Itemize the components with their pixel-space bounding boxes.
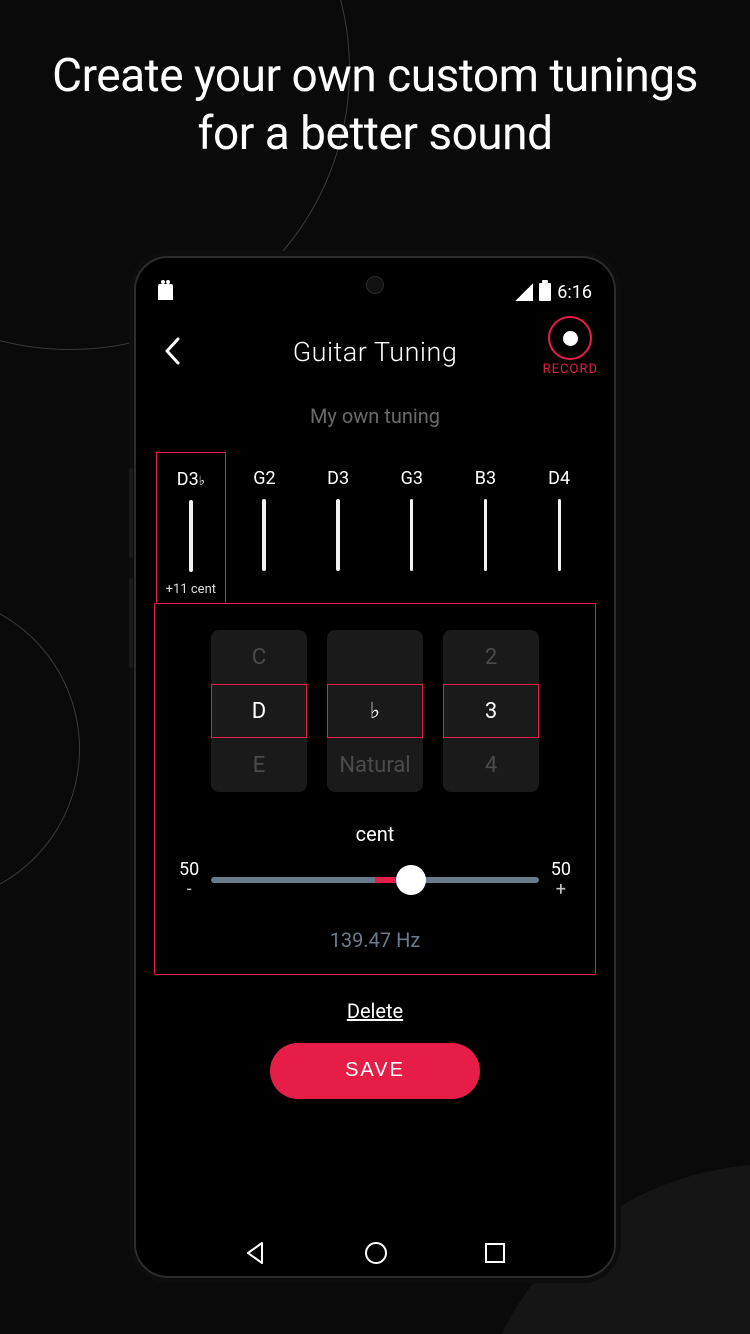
android-icon xyxy=(158,284,173,300)
record-label: RECORD xyxy=(543,362,598,377)
record-button[interactable]: RECORD xyxy=(543,316,598,377)
string-line-icon xyxy=(558,499,561,571)
note-picker[interactable]: C D E xyxy=(211,630,307,792)
string-note: B3 xyxy=(475,468,496,489)
string-note: D4 xyxy=(548,468,570,489)
picker-value: D xyxy=(211,684,307,738)
status-bar: 6:16 xyxy=(136,278,614,306)
string-1[interactable]: D3♭ +11 cent xyxy=(156,452,226,603)
string-line-icon xyxy=(336,499,340,571)
status-time: 6:16 xyxy=(557,282,592,303)
note-pickers: C D E ♭ Natural 2 3 4 xyxy=(175,630,575,792)
back-button[interactable] xyxy=(156,334,190,368)
phone-side-button xyxy=(129,578,133,668)
picker-prev: C xyxy=(211,630,307,684)
string-note: D3 xyxy=(327,468,349,489)
picker-prev: 2 xyxy=(443,630,539,684)
string-5[interactable]: B3 xyxy=(450,452,520,603)
picker-value: 3 xyxy=(443,684,539,738)
signal-icon xyxy=(515,283,533,301)
cent-section: cent 50- 50+ 139.47 Hz xyxy=(175,822,575,952)
app-screen: Guitar Tuning RECORD My own tuning D3♭+1… xyxy=(150,314,600,1226)
phone-frame: 6:16 Guitar Tuning RECORD My own tuning … xyxy=(134,256,616,1278)
picker-next: 4 xyxy=(443,738,539,792)
frequency-display: 139.47 Hz xyxy=(175,928,575,952)
bg-decoration xyxy=(0,594,80,904)
string-editor: C D E ♭ Natural 2 3 4 cent xyxy=(154,603,596,975)
string-line-icon xyxy=(410,499,413,571)
cent-label: cent xyxy=(175,822,575,846)
record-icon xyxy=(548,316,592,360)
string-line-icon xyxy=(189,500,193,572)
string-4[interactable]: G3 xyxy=(377,452,447,603)
string-note: D3♭ xyxy=(177,469,205,490)
cent-slider[interactable] xyxy=(211,877,539,883)
string-6[interactable]: D4 xyxy=(524,452,594,603)
page-title: Guitar Tuning xyxy=(293,336,458,368)
string-3[interactable]: D3 xyxy=(303,452,373,603)
string-offset: +11 cent xyxy=(166,582,216,597)
picker-prev xyxy=(327,630,423,684)
string-2[interactable]: G2 xyxy=(229,452,299,603)
string-note: G2 xyxy=(253,468,275,489)
android-nav-bar xyxy=(136,1240,614,1266)
nav-home-icon[interactable] xyxy=(363,1240,389,1266)
save-button[interactable]: SAVE xyxy=(270,1043,480,1099)
tuning-name: My own tuning xyxy=(150,404,600,428)
nav-recent-icon[interactable] xyxy=(484,1242,506,1264)
string-selector: D3♭ +11 cent G2 D3 G3 B3 D4 xyxy=(150,452,600,603)
nav-back-icon[interactable] xyxy=(244,1241,268,1265)
string-line-icon xyxy=(484,499,487,571)
battery-icon xyxy=(539,283,551,301)
picker-next: Natural xyxy=(327,738,423,792)
octave-picker[interactable]: 2 3 4 xyxy=(443,630,539,792)
accidental-picker[interactable]: ♭ Natural xyxy=(327,630,423,792)
app-header: Guitar Tuning RECORD xyxy=(150,314,600,390)
cent-max: 50+ xyxy=(551,860,571,900)
delete-button[interactable]: Delete xyxy=(150,999,600,1023)
picker-next: E xyxy=(211,738,307,792)
cent-min: 50- xyxy=(179,860,199,900)
phone-side-button xyxy=(129,468,133,558)
marketing-tagline: Create your own custom tunings for a bet… xyxy=(0,0,750,163)
string-note: G3 xyxy=(401,468,423,489)
chevron-left-icon xyxy=(164,337,182,365)
picker-value: ♭ xyxy=(327,684,423,738)
string-line-icon xyxy=(262,499,266,571)
slider-thumb[interactable] xyxy=(396,865,426,895)
